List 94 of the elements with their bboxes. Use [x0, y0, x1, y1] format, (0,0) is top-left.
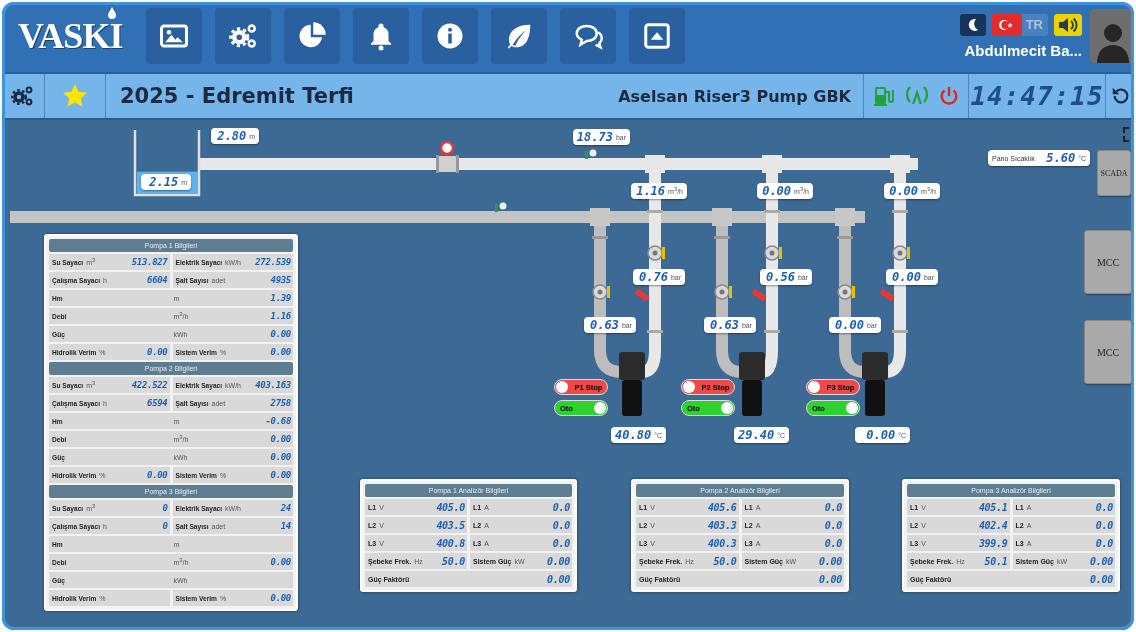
- value-display: 400.3: [706, 537, 737, 549]
- value-display: 400.8: [435, 537, 465, 549]
- valve-icon: [892, 245, 910, 261]
- value-display: 0.00: [269, 329, 291, 339]
- valve-icon: [764, 245, 782, 261]
- value-display: 0.00: [269, 593, 291, 603]
- value-display: 1.39: [269, 293, 291, 303]
- tank-drawing: [133, 130, 201, 197]
- value-display: 50.0: [712, 555, 737, 567]
- dark-mode-button[interactable]: [959, 13, 986, 36]
- value-display: 513.827: [130, 257, 168, 267]
- image-button[interactable]: [146, 8, 203, 64]
- notifications-button[interactable]: [353, 8, 410, 64]
- user-name: Abdulmecit Ba...: [964, 41, 1082, 59]
- value-display: 2758: [269, 398, 291, 408]
- value-display: 0.00: [546, 555, 570, 567]
- value-display: 0.0: [1094, 537, 1113, 549]
- value-display: 14: [279, 521, 291, 531]
- value-display: 0.00: [818, 555, 842, 567]
- value-display: 0.00: [269, 347, 291, 357]
- panel-button[interactable]: MCC: [1084, 230, 1132, 294]
- moon-icon: [966, 17, 979, 32]
- value-display: 50.1: [983, 555, 1008, 567]
- logo-text: VASKI: [18, 15, 123, 57]
- value-display: 0.00: [269, 557, 291, 567]
- value-display: 50.0: [441, 555, 465, 567]
- chat-button[interactable]: [560, 8, 617, 64]
- value-display: 0.00: [146, 347, 168, 357]
- valve-icon: [837, 284, 855, 300]
- valve-icon: [436, 155, 459, 173]
- check-valve-icon: [879, 288, 895, 302]
- check-valve-icon: [634, 288, 650, 302]
- value-display: 0.0: [551, 519, 570, 531]
- value-display: 0.0: [1094, 501, 1113, 513]
- fullscreen-icon[interactable]: [1123, 127, 1130, 142]
- panel-button[interactable]: MCC: [1084, 320, 1132, 384]
- speaker-icon: [1058, 16, 1078, 33]
- station-name: Aselsan Riser3 Pump GBK: [618, 86, 852, 106]
- pump-motor-icon: [739, 352, 765, 416]
- value-display: 422.522: [130, 380, 168, 390]
- value-display: 403.163: [254, 380, 291, 390]
- flag-icon: [991, 13, 1022, 36]
- sensor-icon: [495, 202, 507, 212]
- value-display: 272.539: [254, 257, 291, 267]
- collapse-button[interactable]: [629, 8, 686, 64]
- sound-button[interactable]: [1054, 13, 1082, 36]
- value-display: 4935: [269, 275, 291, 285]
- panel-button[interactable]: SCADA: [1097, 150, 1131, 196]
- value-display: 6604: [146, 275, 168, 285]
- value-display: 24: [279, 503, 291, 513]
- value-display: 405.1: [977, 501, 1008, 513]
- value-display: 0.0: [1094, 519, 1113, 531]
- value-display: 6594: [146, 398, 168, 408]
- value-display: 0: [161, 503, 168, 513]
- pump-motor-icon: [862, 352, 888, 416]
- value-display: 405.0: [435, 501, 465, 513]
- value-display: 0.0: [551, 501, 570, 513]
- value-display: 399.9: [977, 537, 1008, 549]
- water-drop-icon: [108, 7, 117, 19]
- info-button[interactable]: [422, 8, 479, 64]
- pump-motor-icon: [619, 352, 645, 416]
- value-display: 405.6: [706, 501, 737, 513]
- value-display: 403.3: [706, 519, 737, 531]
- clock: 14:47:15: [970, 81, 1104, 111]
- value-display: 0.0: [823, 519, 842, 531]
- valve-icon: [714, 284, 732, 300]
- valve-icon: [592, 284, 610, 300]
- leaf-button[interactable]: [491, 8, 548, 64]
- pressure-gauge-icon: [439, 140, 455, 156]
- star-icon[interactable]: [62, 83, 88, 109]
- value-display: 0.0: [551, 537, 570, 549]
- page-title: 2025 - Edremit Terfi: [119, 84, 354, 108]
- value-display: 0.00: [269, 452, 291, 462]
- value-display: 403.5: [435, 519, 465, 531]
- value-display: 0.00: [269, 434, 291, 444]
- value-display: 0.0: [823, 501, 842, 513]
- valve-icon: [647, 245, 665, 261]
- value-display: 0.00: [146, 470, 168, 480]
- value-display: 0: [161, 521, 168, 531]
- gears-icon: [228, 21, 259, 51]
- value-display: 0.00: [818, 573, 842, 585]
- value-display: 0.00: [1089, 555, 1113, 567]
- value-display: -0.68: [264, 416, 291, 426]
- gears-icon[interactable]: [9, 84, 35, 108]
- value-display: 0.0: [823, 537, 842, 549]
- settings-button[interactable]: [215, 8, 272, 64]
- sensor-icon: [585, 149, 597, 159]
- chart-button[interactable]: [284, 8, 341, 64]
- value-display: 0.00: [269, 470, 291, 480]
- check-valve-icon: [751, 288, 767, 302]
- value-display: 0.00: [1089, 573, 1113, 585]
- value-display: 1.16: [269, 311, 291, 321]
- value-display: 0.00: [546, 573, 570, 585]
- value-display: 402.4: [977, 519, 1008, 531]
